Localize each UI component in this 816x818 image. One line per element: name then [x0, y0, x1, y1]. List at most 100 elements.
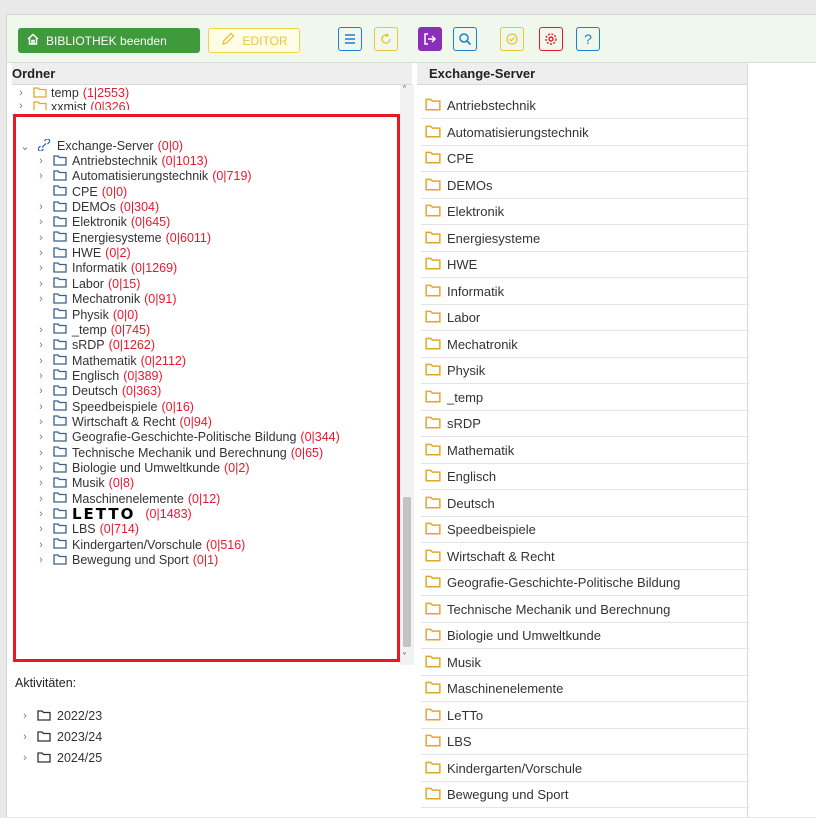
content-list-item[interactable]: Wirtschaft & Recht	[421, 544, 749, 570]
folder-icon	[425, 521, 441, 538]
content-list-item[interactable]: Informatik	[421, 279, 749, 305]
folder-icon	[425, 495, 441, 512]
folder-icon	[425, 733, 441, 750]
content-list-item[interactable]: HWE	[421, 252, 749, 278]
tree-scrollbar[interactable]: ˄ ˅	[400, 85, 414, 665]
content-list-item[interactable]: Bewegung und Sport	[421, 782, 749, 808]
check-circle-icon[interactable]	[500, 27, 524, 51]
search-icon[interactable]	[453, 27, 477, 51]
folder-icon	[425, 256, 441, 273]
exit-library-label: BIBLIOTHEK beenden	[46, 33, 167, 48]
folder-icon	[425, 574, 441, 591]
activity-item[interactable]: › 2022/23	[19, 708, 102, 724]
settings-icon[interactable]	[539, 27, 563, 51]
content-item-label: Energiesysteme	[447, 230, 541, 246]
content-item-label: Technische Mechanik und Berechnung	[447, 601, 671, 617]
content-list-item[interactable]: DEMOs	[421, 173, 749, 199]
folder-icon	[37, 730, 51, 745]
content-item-label: Elektronik	[447, 204, 505, 219]
folder-icon	[425, 442, 441, 459]
content-list-item[interactable]: Physik	[421, 358, 749, 384]
folder-icon	[425, 283, 441, 300]
content-list-item[interactable]: Geografie-Geschichte-Politische Bildung	[421, 570, 749, 596]
content-item-label: Biologie und Umweltkunde	[447, 628, 601, 643]
chevron-up-icon[interactable]: ˄	[402, 85, 407, 96]
content-item-label: Physik	[447, 363, 486, 378]
activity-label: 2022/23	[57, 709, 103, 723]
folder-icon	[425, 707, 441, 724]
content-item-label: Wirtschaft & Recht	[447, 548, 555, 564]
folder-icon	[425, 177, 441, 194]
folder-icon	[425, 124, 441, 141]
chevron-right-icon[interactable]: ›	[19, 710, 31, 722]
activity-item[interactable]: › 2024/25	[19, 750, 102, 766]
content-list-item[interactable]: Biologie und Umweltkunde	[421, 623, 749, 649]
content-list-item[interactable]: _temp	[421, 385, 749, 411]
content-list-item[interactable]: Energiesysteme	[421, 226, 749, 252]
chevron-right-icon[interactable]: ›	[15, 87, 27, 99]
content-item-label: Musik	[447, 654, 481, 670]
chevron-right-icon[interactable]: ›	[19, 731, 31, 743]
content-list-item[interactable]: LeTTo	[421, 703, 749, 729]
chevron-down-icon[interactable]: ˅	[402, 652, 407, 663]
content-list-item[interactable]: Mathematik	[421, 438, 749, 464]
scroll-thumb[interactable]	[403, 497, 411, 647]
tree-item-xxmist[interactable]: › xxmist (0|326)	[15, 100, 130, 110]
content-list-item[interactable]: LBS	[421, 729, 749, 755]
content-list-item[interactable]: Mechatronik	[421, 332, 749, 358]
chevron-right-icon[interactable]: ›	[19, 752, 31, 764]
content-list-item[interactable]: Speedbeispiele	[421, 517, 749, 543]
folder-icon	[33, 86, 47, 101]
content-list-item[interactable]: Automatisierungstechnik	[421, 120, 749, 146]
content-list-item[interactable]: Kindergarten/Vorschule	[421, 756, 749, 782]
tree-item-temp[interactable]: › temp (1|2553)	[15, 85, 129, 101]
logout-icon[interactable]	[418, 27, 442, 51]
content-list-item[interactable]: Technische Mechanik und Berechnung	[421, 597, 749, 623]
folder-icon	[425, 389, 441, 406]
editor-button[interactable]: EDITOR	[208, 28, 300, 53]
folder-icon	[425, 654, 441, 671]
folder-icon	[37, 751, 51, 766]
content-item-label: _temp	[447, 389, 484, 405]
content-list-item[interactable]: Deutsch	[421, 491, 749, 517]
content-list-item[interactable]: Elektronik	[421, 199, 749, 225]
content-header: Exchange-Server	[417, 63, 747, 85]
content-item-label: Speedbeispiele	[447, 522, 536, 537]
folder-icon	[425, 601, 441, 618]
content-item-label: Antriebstechnik	[447, 98, 536, 113]
activities-title: Aktivitäten:	[15, 676, 77, 690]
content-list-item[interactable]: Antriebstechnik	[421, 93, 749, 119]
content-item-label: LBS	[447, 734, 472, 749]
folder-icon	[425, 203, 441, 220]
content-list-item[interactable]: Musik	[421, 650, 749, 676]
content-item-label: Automatisierungstechnik	[447, 124, 589, 140]
content-list-item[interactable]: Englisch	[421, 464, 749, 490]
folder-icon	[425, 760, 441, 777]
content-item-label: HWE	[447, 257, 478, 272]
folder-icon	[425, 336, 441, 353]
content-list-item[interactable]: Labor	[421, 305, 749, 331]
folders-header: Ordner	[12, 63, 412, 85]
content-item-label: Labor	[447, 310, 481, 325]
content-item-label: Bewegung und Sport	[447, 787, 569, 802]
content-item-label: LeTTo	[447, 707, 484, 723]
exit-library-button[interactable]: BIBLIOTHEK beenden	[18, 28, 200, 53]
content-list-item[interactable]: CPE	[421, 146, 749, 172]
activity-label: 2023/24	[57, 730, 103, 744]
content-item-label: CPE	[447, 151, 474, 166]
help-icon[interactable]: ?	[576, 27, 600, 51]
activity-item[interactable]: › 2023/24	[19, 729, 102, 745]
folder-icon	[425, 627, 441, 644]
content-item-label: Mathematik	[447, 442, 515, 458]
content-item-label: Mechatronik	[447, 336, 518, 352]
content-list-item[interactable]: sRDP	[421, 411, 749, 437]
folder-icon	[425, 786, 441, 803]
content-list-item[interactable]: Maschinenelemente	[421, 676, 749, 702]
editor-label: EDITOR	[242, 33, 288, 48]
chevron-right-icon[interactable]: ›	[15, 100, 27, 110]
folder-icon	[33, 100, 47, 110]
content-item-label: sRDP	[447, 416, 481, 431]
refresh-icon[interactable]	[374, 27, 398, 51]
list-icon[interactable]	[338, 27, 362, 51]
content-item-label: Informatik	[447, 283, 505, 299]
